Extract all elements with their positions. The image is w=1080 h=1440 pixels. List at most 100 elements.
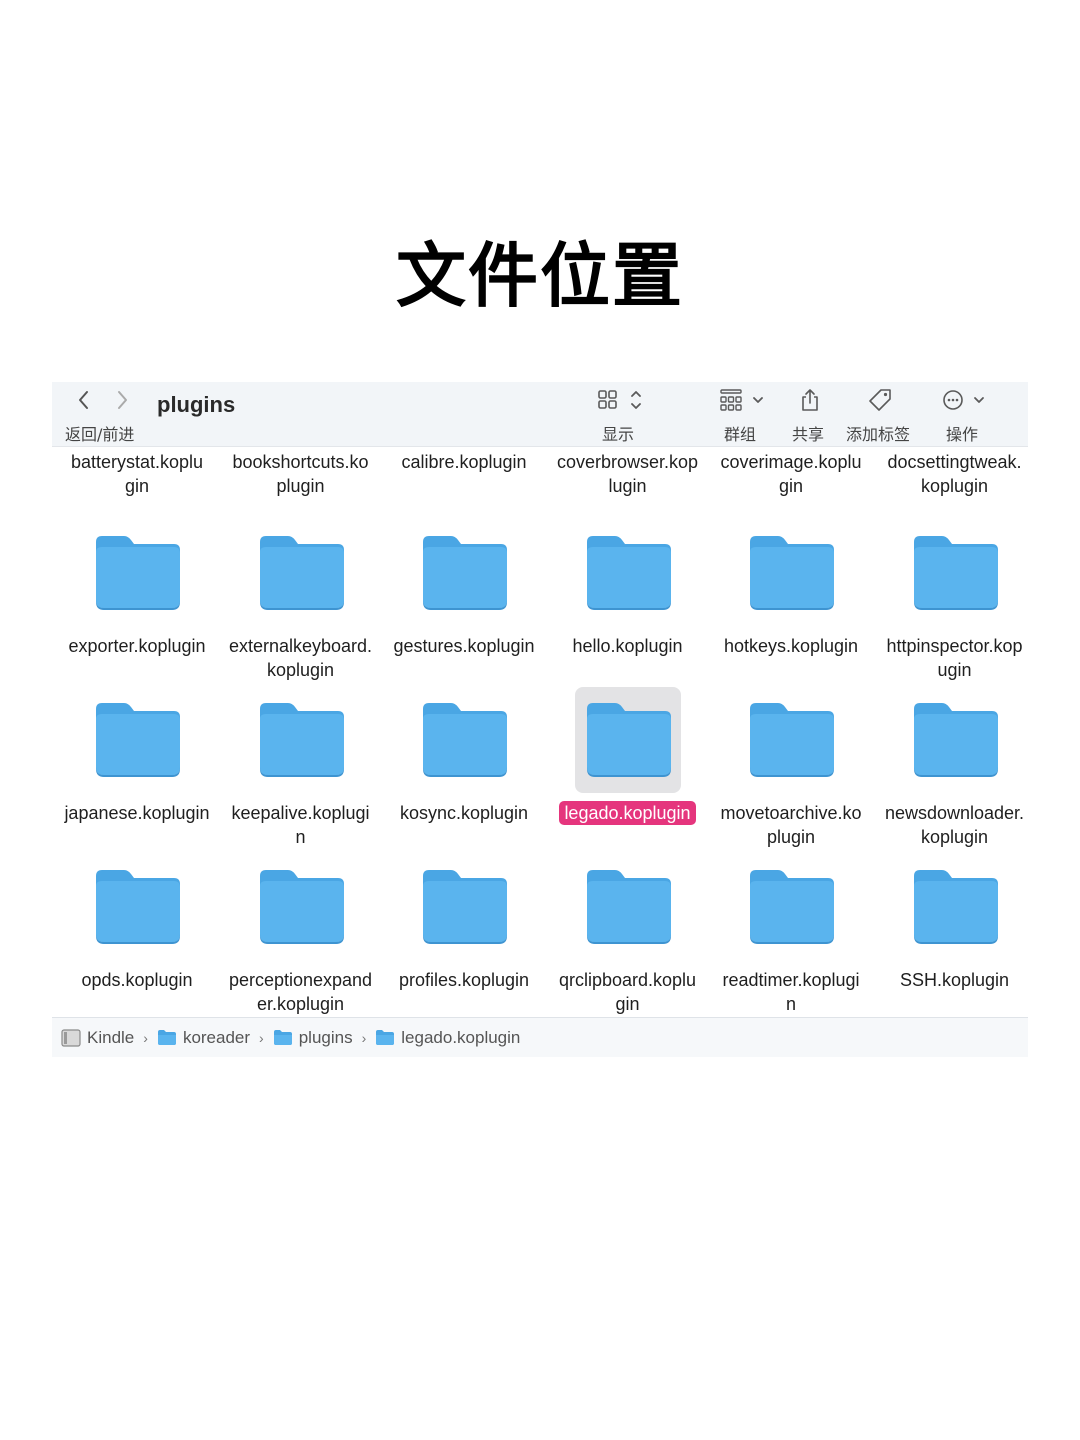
folder-name-line: er.koplugin (256, 994, 345, 1014)
folder-thumbnail[interactable] (84, 687, 190, 793)
path-bar: Kindle › koreader › plugins › legado.koplugin (52, 1017, 1028, 1057)
folder-item[interactable]: bookshortcuts.ko plugin (219, 447, 383, 514)
window-title: plugins (157, 392, 236, 417)
folder-thumbnail[interactable] (902, 854, 1008, 960)
folder-icon (96, 870, 180, 944)
path-crumb[interactable]: koreader (157, 1028, 250, 1048)
folder-item[interactable]: hello.koplugin (546, 514, 710, 681)
icon-grid: batterystat.koplu gin bookshortcuts.ko plug… (52, 447, 1028, 1017)
folder-icon (913, 536, 998, 610)
folder-item[interactable]: gestures.koplugin (382, 514, 546, 681)
folder-icon (423, 870, 507, 944)
folder-thumbnail[interactable] (248, 687, 354, 793)
folder-icon (259, 536, 344, 610)
folder-name: opds.koplugin (55, 968, 219, 992)
path-crumb[interactable]: Kindle (61, 1028, 134, 1048)
folder-item[interactable]: docsettingtweak. koplugin (873, 447, 1029, 514)
folder-item[interactable]: SSH.koplugin (873, 848, 1029, 1015)
folder-name-line: keepalive.koplugi (231, 803, 370, 823)
folder-thumbnail[interactable] (902, 687, 1008, 793)
folder-name-line: qrclipboard.koplu (558, 970, 697, 990)
folder-thumbnail[interactable] (902, 520, 1008, 626)
folder-name-line: profiles.koplugin (398, 970, 530, 990)
path-crumb[interactable]: plugins (273, 1028, 353, 1048)
folder-thumbnail[interactable] (738, 520, 844, 626)
folder-icon (259, 703, 344, 777)
back-button[interactable] (72, 388, 96, 412)
folder-name-line: coverbrowser.kop (556, 452, 699, 472)
grid-view-icon (598, 388, 642, 412)
folder-name: httpinspector.kop ugin (873, 634, 1029, 682)
folder-thumbnail[interactable] (575, 520, 681, 626)
folder-item[interactable]: keepalive.koplugi n (219, 681, 383, 848)
path-crumb-label: koreader (182, 1027, 251, 1047)
toolbar-tag-label: 添加标签 (846, 425, 911, 444)
folder-item[interactable]: kosync.koplugin (382, 681, 546, 848)
folder-name-line: gestures.koplugin (393, 636, 535, 656)
folder-item[interactable]: externalkeyboard. koplugin (219, 514, 383, 681)
folder-item[interactable]: japanese.koplugin (55, 681, 219, 848)
folder-item[interactable]: coverimage.koplu gin (709, 447, 873, 514)
folder-name-line: legado.koplugin (559, 801, 696, 825)
folder-name: kosync.koplugin (382, 801, 546, 825)
folder-name-line: bookshortcuts.ko (232, 452, 369, 472)
folder-name: legado.koplugin (546, 801, 710, 825)
folder-name-line: kosync.koplugin (399, 803, 529, 823)
folder-item[interactable]: exporter.koplugin (55, 514, 219, 681)
folder-thumbnail[interactable] (84, 520, 190, 626)
folder-item[interactable]: legado.koplugin (546, 681, 710, 848)
folder-name-line: hotkeys.koplugin (723, 636, 859, 656)
folder-item[interactable]: opds.koplugin (55, 848, 219, 1015)
folder-item[interactable]: newsdownloader. koplugin (873, 681, 1029, 848)
toolbar-view-label: 显示 (602, 425, 635, 444)
folder-name: exporter.koplugin (55, 634, 219, 658)
forward-button[interactable] (110, 388, 134, 412)
folder-name: coverimage.koplu gin (709, 450, 873, 498)
folder-icon (750, 870, 834, 944)
folder-thumbnail[interactable] (738, 687, 844, 793)
folder-item[interactable]: httpinspector.kop ugin (873, 514, 1029, 681)
folder-item[interactable]: movetoarchive.ko plugin (709, 681, 873, 848)
folder-item[interactable]: readtimer.koplugi n (709, 848, 873, 1015)
chevron-right-icon: › (259, 1029, 264, 1046)
folder-name-line: exporter.koplugin (68, 636, 206, 656)
folder-name-line: readtimer.koplugi (722, 970, 860, 990)
folder-name-line: calibre.koplugin (401, 452, 527, 472)
chevron-left-icon (79, 391, 88, 409)
selected-folder-highlight[interactable] (574, 687, 681, 793)
folder-name-line: opds.koplugin (81, 970, 193, 990)
folder-thumbnail[interactable] (411, 520, 517, 626)
folder-thumbnail[interactable] (248, 520, 354, 626)
folder-thumbnail[interactable] (738, 854, 844, 960)
folder-thumbnail[interactable] (411, 854, 517, 960)
folder-icon (750, 536, 834, 610)
folder-item[interactable]: coverbrowser.kop lugin (546, 447, 710, 514)
folder-thumbnail[interactable] (575, 854, 681, 960)
folder-name: bookshortcuts.ko plugin (219, 450, 383, 498)
folder-icon (750, 703, 834, 777)
page-title: 文件位置 (396, 235, 684, 317)
folder-icon (259, 870, 344, 944)
chevron-right-icon (118, 391, 127, 409)
folder-item[interactable]: profiles.koplugin (382, 848, 546, 1015)
folder-name-line: gin (615, 994, 640, 1014)
folder-name-line: koplugin (920, 476, 989, 496)
folder-item[interactable]: hotkeys.koplugin (709, 514, 873, 681)
toolbar-share-label: 共享 (792, 425, 825, 444)
folder-thumbnail[interactable] (84, 854, 190, 960)
folder-name: SSH.koplugin (873, 968, 1029, 992)
path-crumb[interactable]: legado.koplugin (375, 1028, 520, 1048)
folder-name: batterystat.koplu gin (55, 450, 219, 498)
folder-item[interactable]: perceptionexpand er.koplugin (219, 848, 383, 1015)
folder-name: keepalive.koplugi n (219, 801, 383, 849)
folder-item[interactable]: batterystat.koplu gin (55, 447, 219, 514)
folder-thumbnail[interactable] (411, 687, 517, 793)
folder-item[interactable]: qrclipboard.koplu gin (546, 848, 710, 1015)
folder-name-line: gin (124, 476, 150, 496)
folder-name-line: coverimage.koplu (720, 452, 862, 472)
tag-icon (868, 388, 892, 412)
folder-item[interactable]: calibre.koplugin (382, 447, 546, 514)
folder-name-line: httpinspector.kop (886, 636, 1023, 656)
drive-icon (61, 1028, 81, 1047)
folder-thumbnail[interactable] (248, 854, 354, 960)
